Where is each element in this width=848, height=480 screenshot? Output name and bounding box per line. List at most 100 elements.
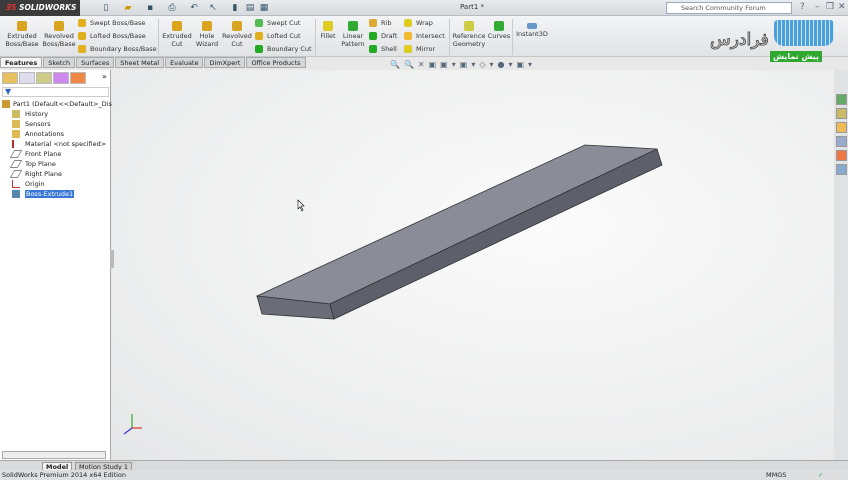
status-bar: SolidWorks Premium 2014 x64 Edition MMGS… xyxy=(0,470,848,480)
tree-item-boss-extrude1[interactable]: Boss-Extrude1 xyxy=(0,189,111,199)
boundary-boss-button[interactable]: Boundary Boss/Base xyxy=(78,45,157,53)
label: Linear Pattern xyxy=(341,32,365,48)
revolved-cut-button[interactable]: Revolved Cut xyxy=(222,21,252,48)
extruded-cut-button[interactable]: Extruded Cut xyxy=(161,21,193,48)
heads-up-view-toolbar[interactable]: 🔍🔍✕▣▣▾▣▾◇▾●▾▣▾ xyxy=(390,60,536,69)
tree-item-origin[interactable]: Origin xyxy=(0,179,111,189)
label: Wrap xyxy=(416,19,433,27)
design-library-icon[interactable] xyxy=(836,108,847,119)
tree-item-history[interactable]: History xyxy=(0,109,111,119)
lofted-cut-icon xyxy=(255,32,263,40)
property-manager-tab-icon[interactable] xyxy=(19,72,35,84)
logo-text: SOLIDWORKS xyxy=(19,3,77,12)
tree-item-right-plane[interactable]: Right Plane xyxy=(0,169,111,179)
custom-properties-icon[interactable] xyxy=(836,164,847,175)
hole-wizard-button[interactable]: Hole Wizard xyxy=(194,21,220,48)
label: Revolved Boss/Base xyxy=(42,32,76,48)
label: Boss-Extrude1 xyxy=(25,190,75,198)
units-selector[interactable]: MMGS xyxy=(766,470,786,480)
file-properties-icon[interactable]: ▤ xyxy=(244,2,256,14)
draft-icon xyxy=(369,32,377,40)
label: Extruded Boss/Base xyxy=(5,32,39,48)
tree-item-top-plane[interactable]: Top Plane xyxy=(0,159,111,169)
view-palette-icon[interactable] xyxy=(836,136,847,147)
feature-manager-panel: » ▼ Part1 (Default<<Default>_Disp Histor… xyxy=(0,70,116,460)
appearances-icon[interactable] xyxy=(836,150,847,161)
configuration-manager-tab-icon[interactable] xyxy=(36,72,52,84)
tab-sketch[interactable]: Sketch xyxy=(43,57,76,68)
mirror-button[interactable]: Mirror xyxy=(404,45,435,53)
help-icon[interactable]: ? xyxy=(800,2,805,12)
tab-office-products[interactable]: Office Products xyxy=(246,57,306,68)
undo-icon[interactable]: ↶ xyxy=(188,2,200,14)
feature-manager-tab-icon[interactable] xyxy=(2,72,18,84)
filter-icon[interactable]: ▼ xyxy=(2,87,109,97)
solidworks-logo[interactable]: ƎS SOLIDWORKS xyxy=(0,0,80,16)
revolved-boss-button[interactable]: Revolved Boss/Base xyxy=(42,21,76,48)
search-community-input[interactable]: Search Community Forum xyxy=(666,2,792,14)
label: Hole Wizard xyxy=(195,32,219,48)
part-icon xyxy=(2,100,10,108)
reference-geometry-button[interactable]: Reference Geometry xyxy=(452,21,486,48)
label: Sensors xyxy=(25,120,51,128)
tab-surfaces[interactable]: Surfaces xyxy=(76,57,115,68)
extruded-cut-icon xyxy=(172,21,182,31)
minimize-icon[interactable]: – xyxy=(815,2,820,12)
rib-button[interactable]: Rib xyxy=(369,19,391,27)
display-manager-tab-icon[interactable] xyxy=(70,72,86,84)
plane-icon xyxy=(9,160,23,168)
instant3d-icon xyxy=(527,23,537,29)
close-icon[interactable]: ✕ xyxy=(838,2,846,12)
label: Rib xyxy=(381,19,392,27)
graphics-area[interactable] xyxy=(110,70,834,460)
label: Swept Boss/Base xyxy=(90,19,146,27)
tab-dimxpert[interactable]: DimXpert xyxy=(204,57,246,68)
lofted-cut-button[interactable]: Lofted Cut xyxy=(255,32,301,40)
label: Origin xyxy=(25,180,45,188)
draft-button[interactable]: Draft xyxy=(369,32,397,40)
tab-sheet-metal[interactable]: Sheet Metal xyxy=(115,57,165,68)
intersect-button[interactable]: Intersect xyxy=(404,32,445,40)
instant3d-button[interactable]: Instant3D xyxy=(514,23,550,38)
file-explorer-icon[interactable] xyxy=(836,122,847,133)
rebuild-icon[interactable]: ▮ xyxy=(229,2,241,14)
tab-features[interactable]: Features xyxy=(0,57,43,68)
restore-icon[interactable]: ❐ xyxy=(826,2,834,12)
tree-item-material[interactable]: Material <not specified> xyxy=(0,139,111,149)
shell-button[interactable]: Shell xyxy=(369,45,397,53)
swept-boss-button[interactable]: Swept Boss/Base xyxy=(78,19,145,27)
wrap-button[interactable]: Wrap xyxy=(404,19,433,27)
curves-button[interactable]: Curves xyxy=(487,21,511,40)
open-icon[interactable]: ▰ xyxy=(122,2,134,14)
swept-cut-button[interactable]: Swept Cut xyxy=(255,19,300,27)
watermark-brand: فرادرس xyxy=(710,30,770,51)
print-icon[interactable]: ⎙ xyxy=(166,2,178,14)
label: Annotations xyxy=(25,130,65,138)
save-icon[interactable]: ▪ xyxy=(144,2,156,14)
boundary-cut-button[interactable]: Boundary Cut xyxy=(255,45,312,53)
dimxpert-manager-tab-icon[interactable] xyxy=(53,72,69,84)
tree-item-front-plane[interactable]: Front Plane xyxy=(0,149,111,159)
label: Shell xyxy=(381,45,397,53)
panel-splitter-handle[interactable] xyxy=(110,250,114,268)
extruded-boss-button[interactable]: Extruded Boss/Base xyxy=(4,21,40,48)
annotations-icon xyxy=(12,130,20,138)
tree-item-part[interactable]: Part1 (Default<<Default>_Disp xyxy=(0,99,116,109)
options-icon[interactable]: ▦ xyxy=(258,2,270,14)
extruded-boss-icon xyxy=(17,21,27,31)
tree-item-annotations[interactable]: Annotations xyxy=(0,129,111,139)
tree-item-sensors[interactable]: Sensors xyxy=(0,119,111,129)
tab-evaluate[interactable]: Evaluate xyxy=(165,57,204,68)
linear-pattern-button[interactable]: Linear Pattern xyxy=(339,21,367,48)
rib-icon xyxy=(369,19,377,27)
feature-tree: Part1 (Default<<Default>_Disp History Se… xyxy=(0,99,116,199)
expand-panel-icon[interactable]: » xyxy=(102,72,107,81)
model-side-face[interactable] xyxy=(329,148,663,320)
select-icon[interactable]: ↖ xyxy=(207,2,219,14)
new-document-icon[interactable]: ▯ xyxy=(100,2,112,14)
model-top-face[interactable] xyxy=(255,144,658,305)
horizontal-scrollbar[interactable] xyxy=(2,451,106,459)
fillet-button[interactable]: Fillet xyxy=(318,21,338,40)
lofted-boss-button[interactable]: Lofted Boss/Base xyxy=(78,32,146,40)
resources-icon[interactable] xyxy=(836,94,847,105)
